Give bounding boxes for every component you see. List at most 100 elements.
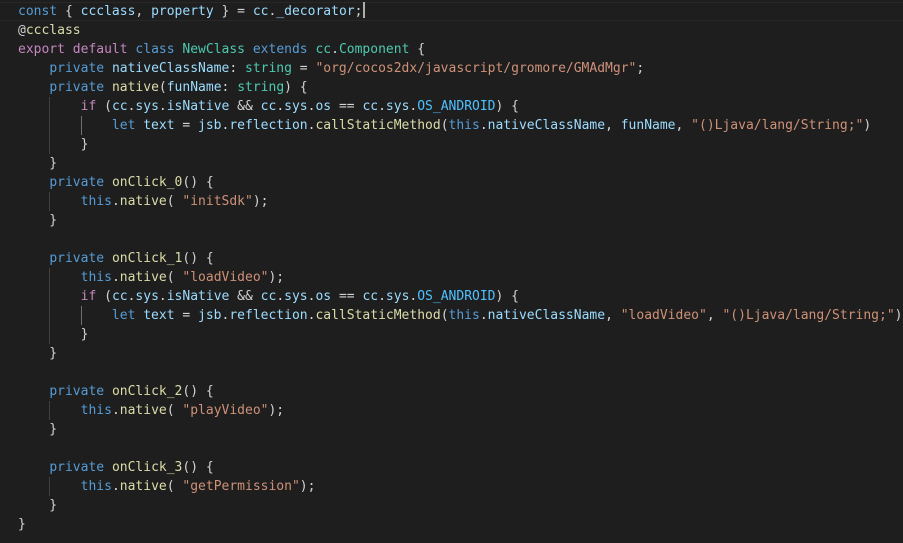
code-line[interactable]: let text = jsb.reflection.callStaticMeth… [18, 306, 903, 325]
code-line[interactable]: private nativeClassName: string = "org/c… [18, 59, 903, 78]
code-token: onClick_1 [111, 251, 183, 266]
code-line[interactable]: private onClick_2() { [18, 382, 903, 401]
code-token: sys [385, 289, 410, 304]
code-line[interactable]: } [18, 325, 903, 344]
code-line[interactable] [18, 363, 903, 382]
code-line[interactable]: } [18, 135, 903, 154]
code-token: "()Ljava/lang/String;" [691, 118, 864, 133]
code-token: ( [158, 80, 167, 95]
code-token: . [479, 118, 488, 133]
code-line[interactable]: let text = jsb.reflection.callStaticMeth… [18, 116, 903, 135]
code-line[interactable]: this.native( "playVideo"); [18, 401, 903, 420]
code-token: cc [111, 289, 128, 304]
code-token: ( [96, 99, 112, 114]
code-line[interactable]: } [18, 515, 903, 534]
code-token: () { [182, 175, 214, 190]
code-line[interactable]: } [18, 211, 903, 230]
code-token: isNative [166, 289, 230, 304]
code-token: callStaticMethod [315, 308, 441, 323]
code-token: } [18, 422, 58, 437]
code-token: sys [284, 289, 308, 304]
code-line[interactable]: } [18, 420, 903, 439]
code-token: reflection [229, 308, 308, 323]
code-token: cc [362, 289, 379, 304]
code-line[interactable]: } [18, 496, 903, 515]
code-line[interactable]: @ccclass [18, 21, 903, 40]
code-line[interactable]: } [18, 154, 903, 173]
code-line[interactable] [18, 230, 903, 249]
code-token: ( [166, 270, 183, 285]
code-line[interactable]: private onClick_3() { [18, 458, 903, 477]
code-line[interactable]: } [18, 344, 903, 363]
code-token: onClick_2 [111, 384, 183, 399]
code-line[interactable]: this.native( "initSdk"); [18, 192, 903, 211]
code-token: } [18, 346, 58, 361]
code-token: "org/cocos2dx/javascript/gromore/GMAdMgr… [315, 61, 637, 76]
code-token: ; [354, 4, 363, 19]
code-token: && [229, 289, 261, 304]
code-token: . [158, 99, 167, 114]
code-line[interactable]: this.native( "getPermission"); [18, 477, 903, 496]
code-token: this [448, 308, 480, 323]
code-token: ( [166, 194, 183, 209]
code-token: ); [268, 403, 285, 418]
code-token: this [448, 118, 480, 133]
code-token: jsb [198, 118, 222, 133]
code-token: ); [252, 194, 269, 209]
code-token: cc [260, 289, 277, 304]
code-token: "loadVideo" [182, 270, 269, 285]
code-token: sys [135, 289, 159, 304]
code-token: } [18, 517, 26, 532]
code-token: property [151, 4, 214, 19]
code-lines[interactable]: const { ccclass, property } = cc._decora… [18, 2, 903, 534]
code-token: . [331, 42, 339, 57]
code-token: text [143, 308, 175, 323]
code-token: == [331, 99, 363, 114]
code-line[interactable]: this.native( "loadVideo"); [18, 268, 903, 287]
code-token: callStaticMethod [315, 118, 441, 133]
code-token: ( [440, 118, 449, 133]
code-line[interactable]: if (cc.sys.isNative && cc.sys.os == cc.s… [18, 97, 903, 116]
code-token: this [80, 194, 112, 209]
code-line[interactable]: private native(funName: string) { [18, 78, 903, 97]
code-token: ( [96, 289, 112, 304]
code-line[interactable]: export default class NewClass extends cc… [18, 40, 903, 59]
code-token: private [49, 251, 105, 266]
code-token: OS_ANDROID [417, 289, 496, 304]
code-token: native [119, 270, 167, 285]
code-token: native [119, 479, 167, 494]
code-token: isNative [166, 99, 230, 114]
code-token: . [378, 289, 386, 304]
code-editor[interactable]: const { ccclass, property } = cc._decora… [0, 0, 903, 543]
code-token: reflection [229, 118, 308, 133]
code-line[interactable]: private onClick_0() { [18, 173, 903, 192]
code-token: "loadVideo" [620, 308, 707, 323]
code-line[interactable]: if (cc.sys.isNative && cc.sys.os == cc.s… [18, 287, 903, 306]
code-token: funName [620, 118, 676, 133]
code-token: os [315, 99, 332, 114]
code-token: private [49, 61, 105, 76]
code-token: () { [182, 251, 214, 266]
code-line[interactable] [18, 439, 903, 458]
code-token: os [315, 289, 332, 304]
code-token: () { [182, 384, 214, 399]
code-token: , [675, 118, 692, 133]
code-token: ( [166, 403, 183, 418]
code-token: . [479, 308, 488, 323]
code-token: sys [135, 99, 159, 114]
code-token: native [119, 194, 167, 209]
code-line[interactable]: const { ccclass, property } = cc._decora… [18, 2, 903, 21]
code-line[interactable]: private onClick_1() { [18, 249, 903, 268]
